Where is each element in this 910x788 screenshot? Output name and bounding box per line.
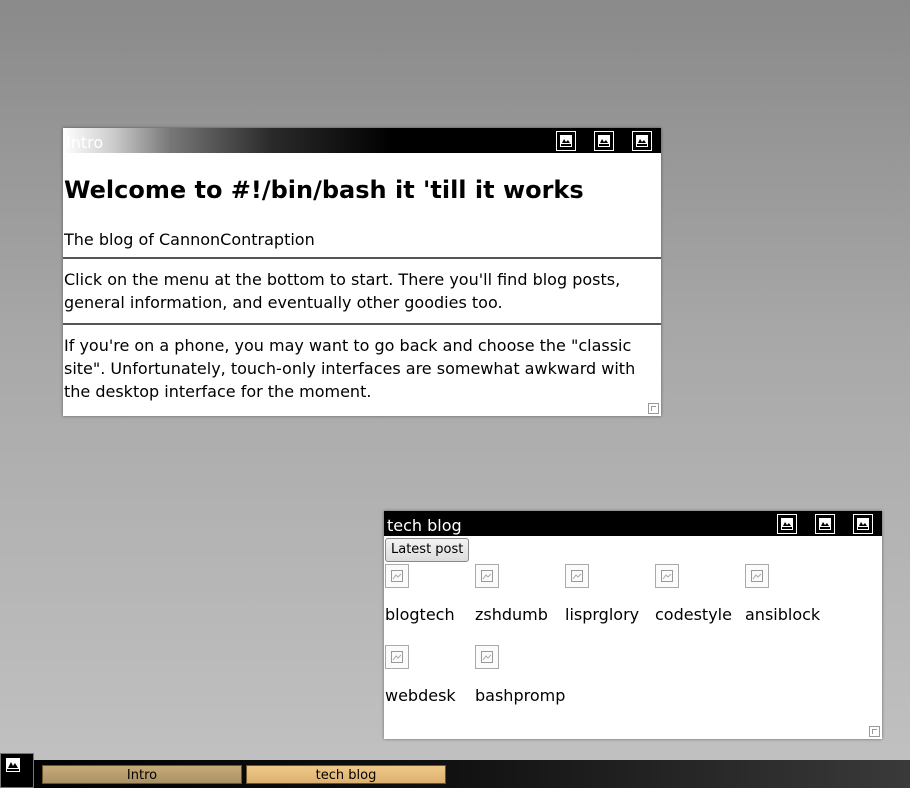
latest-post-button[interactable]: Latest post	[385, 538, 470, 562]
broken-image-icon	[6, 758, 20, 772]
file-label: blogtech	[385, 605, 455, 624]
resize-handle[interactable]	[648, 403, 659, 414]
resize-handle[interactable]	[869, 726, 880, 737]
start-menu-button[interactable]	[0, 753, 34, 788]
intro-content: Welcome to #!/bin/bash it 'till it works…	[63, 153, 661, 412]
broken-image-icon	[598, 134, 610, 147]
image-file-icon	[565, 564, 589, 588]
maximize-button[interactable]	[815, 513, 835, 534]
file-item-lisprglory[interactable]: lisprglory	[565, 563, 655, 644]
file-label: codestyle	[655, 605, 732, 624]
close-button[interactable]	[853, 513, 873, 534]
blog-subtitle: The blog of CannonContraption	[64, 230, 315, 249]
broken-image-icon	[781, 517, 793, 530]
minimize-button[interactable]	[556, 130, 576, 151]
file-item-blogtech[interactable]: blogtech	[385, 563, 475, 644]
file-label: lisprglory	[565, 605, 640, 624]
taskbar-button-intro[interactable]: Intro	[42, 765, 242, 784]
techblog-window: tech blog Latest post blogtech zshdumb l…	[384, 511, 882, 739]
file-label: bashprompt	[475, 686, 565, 705]
techblog-window-controls	[768, 511, 882, 536]
broken-image-icon	[857, 517, 869, 530]
image-file-icon	[385, 645, 409, 669]
intro-paragraph-start: Click on the menu at the bottom to start…	[64, 270, 621, 312]
file-item-codestyle[interactable]: codestyle	[655, 563, 745, 644]
intro-window-controls	[547, 128, 661, 153]
techblog-titlebar[interactable]: tech blog	[384, 511, 882, 536]
broken-image-icon	[560, 134, 572, 147]
image-file-icon	[475, 645, 499, 669]
taskbar: Intro tech blog	[0, 753, 910, 788]
file-label: zshdumb	[475, 605, 548, 624]
file-item-webdesk[interactable]: webdesk	[385, 644, 475, 725]
file-item-ansiblock[interactable]: ansiblock	[745, 563, 835, 644]
close-button[interactable]	[632, 130, 652, 151]
page-heading: Welcome to #!/bin/bash it 'till it works	[64, 176, 584, 204]
maximize-button[interactable]	[594, 130, 614, 151]
intro-window-title: Intro	[66, 133, 104, 152]
broken-image-icon	[636, 134, 648, 147]
file-item-bashprompt[interactable]: bashprompt	[475, 644, 565, 725]
broken-image-icon	[819, 517, 831, 530]
image-file-icon	[385, 564, 409, 588]
image-file-icon	[745, 564, 769, 588]
file-label: ansiblock	[745, 605, 821, 624]
taskbar-button-tech-blog[interactable]: tech blog	[246, 765, 446, 784]
image-file-icon	[655, 564, 679, 588]
techblog-window-title: tech blog	[387, 516, 462, 535]
minimize-button[interactable]	[777, 513, 797, 534]
intro-window: Intro Welcome to #!/bin/bash it 'till it…	[63, 128, 661, 416]
image-file-icon	[475, 564, 499, 588]
intro-titlebar[interactable]: Intro	[63, 128, 661, 153]
file-item-zshdumb[interactable]: zshdumb	[475, 563, 565, 644]
intro-paragraph-phone: If you're on a phone, you may want to go…	[64, 336, 636, 401]
file-label: webdesk	[385, 686, 456, 705]
